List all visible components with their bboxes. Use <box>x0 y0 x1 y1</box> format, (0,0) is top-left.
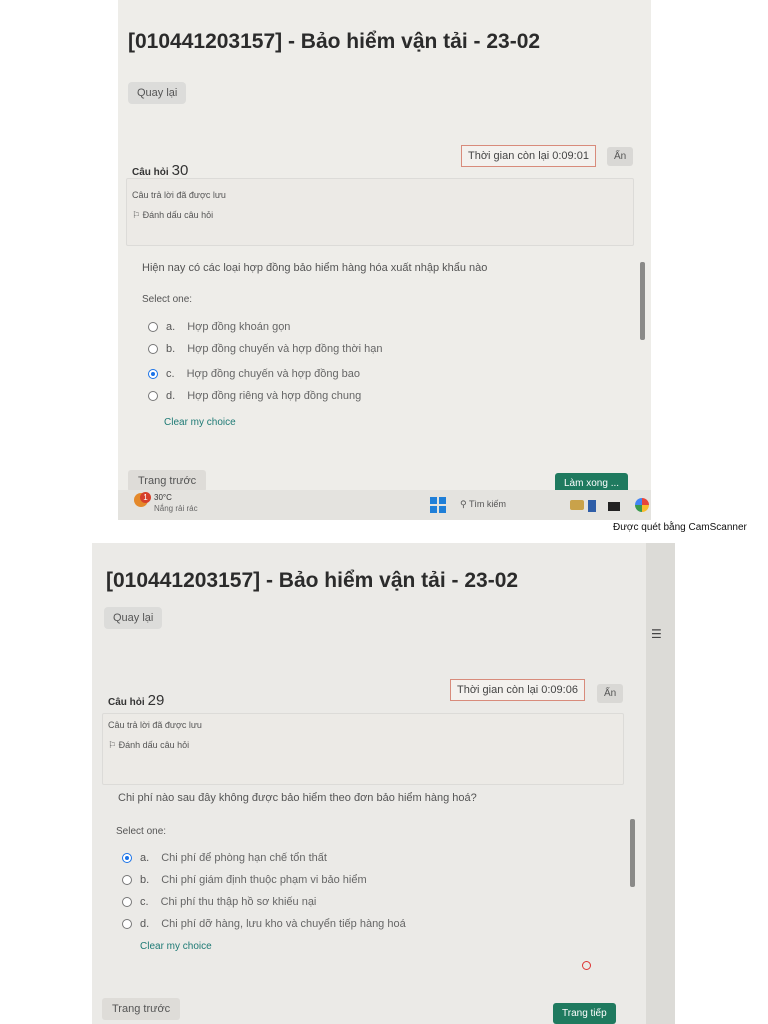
search-icon: ⚲ <box>460 499 467 509</box>
option-c[interactable]: c. Chi phí thu thập hồ sơ khiếu nại <box>122 896 316 908</box>
option-b[interactable]: b. Hợp đồng chuyến và hợp đồng thời hạn <box>148 343 383 355</box>
weather-text: Nắng rải rác <box>154 504 198 513</box>
radio-c[interactable] <box>122 897 132 907</box>
select-one-label: Select one: <box>116 826 167 837</box>
option-text: Chi phí thu thập hồ sơ khiếu nại <box>160 896 317 908</box>
select-one-label: Select one: <box>142 294 193 305</box>
radio-d[interactable] <box>148 391 158 401</box>
question-number: Câu hỏi 30 <box>132 162 188 180</box>
question-number-value: 30 <box>171 162 189 179</box>
question-number: Câu hỏi 29 <box>108 692 164 710</box>
question-text: Hiện nay có các loại hợp đồng bảo hiểm h… <box>142 262 488 274</box>
option-text: Hợp đồng riêng và hợp đồng chung <box>187 390 362 402</box>
option-letter: d. <box>140 918 150 930</box>
option-letter: b. <box>166 343 176 355</box>
app-icon[interactable] <box>588 500 596 512</box>
file-explorer-icon[interactable] <box>570 500 584 510</box>
flag-question-link[interactable]: ⚐ Đánh dấu câu hỏi <box>132 210 213 221</box>
radio-a[interactable] <box>148 322 158 332</box>
scrollbar[interactable] <box>640 262 645 340</box>
next-page-button[interactable]: Trang tiếp <box>553 1003 616 1024</box>
scrollbar[interactable] <box>630 819 635 887</box>
option-text: Hợp đồng khoán gọn <box>187 321 291 333</box>
previous-page-button[interactable]: Trang trước <box>102 998 181 1020</box>
option-text: Hợp đồng chuyến và hợp đồng bao <box>186 368 361 380</box>
timer-display: Thời gian còn lại 0:09:01 <box>461 145 596 167</box>
page-title: [010441203157] - Bảo hiểm vận tải - 23-0… <box>128 30 541 53</box>
option-letter: a. <box>166 321 176 333</box>
list-icon[interactable]: ☰ <box>651 627 662 641</box>
option-text: Hợp đồng chuyến và hợp đồng thời hạn <box>187 343 383 355</box>
flag-icon: ⚐ <box>132 210 141 220</box>
option-text: Chi phí giám định thuộc phạm vi bảo hiểm <box>161 874 367 886</box>
option-letter: c. <box>166 368 175 380</box>
back-button[interactable]: Quay lại <box>128 82 187 104</box>
screenshot-photo-bottom: ☰ [010441203157] - Bảo hiểm vận tải - 23… <box>92 543 675 1024</box>
option-d[interactable]: d. Hợp đồng riêng và hợp đồng chung <box>148 390 361 402</box>
flag-question-link[interactable]: ⚐ Đánh dấu câu hỏi <box>108 740 189 751</box>
back-button[interactable]: Quay lại <box>104 607 163 629</box>
flag-icon: ⚐ <box>108 740 117 750</box>
saved-status: Câu trả lời đã được lưu <box>132 190 226 200</box>
browser-icon[interactable] <box>635 498 649 512</box>
question-number-value: 29 <box>147 692 165 709</box>
taskbar-search[interactable]: ⚲ Tìm kiếm <box>460 499 506 510</box>
app-icon[interactable] <box>608 502 620 511</box>
taskbar-search-label: Tìm kiếm <box>468 499 506 509</box>
option-a[interactable]: a. Chi phí để phòng hạn chế tổn thất <box>122 852 327 864</box>
option-letter: c. <box>140 896 149 908</box>
radio-c-selected[interactable] <box>148 369 158 379</box>
timer-display: Thời gian còn lại 0:09:06 <box>450 679 585 701</box>
option-letter: b. <box>140 874 150 886</box>
question-label: Câu hỏi <box>108 697 145 708</box>
option-a[interactable]: a. Hợp đồng khoán gọn <box>148 321 290 333</box>
radio-d[interactable] <box>122 919 132 929</box>
flag-question-label: Đánh dấu câu hỏi <box>118 740 190 750</box>
windows-start-icon[interactable] <box>430 497 446 513</box>
option-text: Chi phí để phòng hạn chế tổn thất <box>161 852 327 864</box>
saved-status: Câu trả lời đã được lưu <box>108 720 202 730</box>
option-text: Chi phí dỡ hàng, lưu kho và chuyển tiếp … <box>161 918 406 930</box>
side-panel <box>646 543 675 1024</box>
radio-b[interactable] <box>122 875 132 885</box>
option-b[interactable]: b. Chi phí giám định thuộc phạm vi bảo h… <box>122 874 367 886</box>
stop-icon <box>582 961 591 970</box>
temperature: 30°C <box>154 493 172 502</box>
hide-timer-button[interactable]: Ẩn <box>607 147 634 166</box>
option-letter: d. <box>166 390 176 402</box>
radio-b[interactable] <box>148 344 158 354</box>
clear-choice-link[interactable]: Clear my choice <box>140 941 212 952</box>
hide-timer-button[interactable]: Ẩn <box>597 684 624 703</box>
option-letter: a. <box>140 852 150 864</box>
question-text: Chi phí nào sau đây không được bảo hiểm … <box>118 792 477 804</box>
question-label: Câu hỏi <box>132 167 169 178</box>
flag-question-label: Đánh dấu câu hỏi <box>142 210 214 220</box>
option-d[interactable]: d. Chi phí dỡ hàng, lưu kho và chuyển ti… <box>122 918 406 930</box>
screenshot-photo-top: [010441203157] - Bảo hiểm vận tải - 23-0… <box>118 0 651 520</box>
previous-page-button[interactable]: Trang trước <box>128 470 207 492</box>
page-title: [010441203157] - Bảo hiểm vận tải - 23-0… <box>106 569 519 592</box>
clear-choice-link[interactable]: Clear my choice <box>164 417 236 428</box>
notification-badge: 1 <box>140 492 151 503</box>
scanner-watermark: Được quét bằng CamScanner <box>613 522 747 533</box>
option-c[interactable]: c. Hợp đồng chuyến và hợp đồng bao <box>148 368 360 380</box>
radio-a-selected[interactable] <box>122 853 132 863</box>
